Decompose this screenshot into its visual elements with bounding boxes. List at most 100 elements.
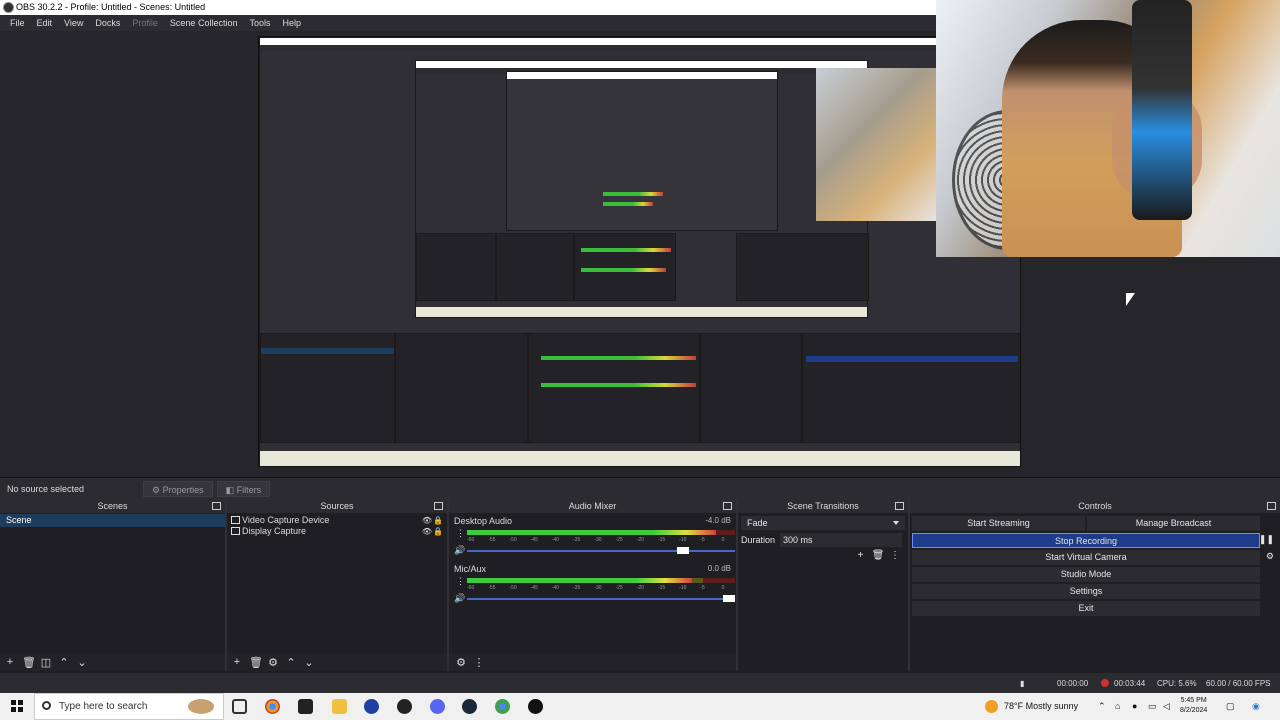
- channel-menu-icon[interactable]: ⋮: [456, 576, 465, 587]
- volume-knob[interactable]: [723, 595, 735, 602]
- mixer-menu-icon[interactable]: ⋮: [473, 656, 485, 669]
- fps-readout: 60.00 / 60.00 FPS: [1206, 679, 1271, 688]
- speaker-icon[interactable]: 🔊: [454, 593, 465, 604]
- move-down-icon[interactable]: ⌄: [303, 656, 315, 669]
- sources-title: Sources: [227, 499, 447, 513]
- file-explorer-icon[interactable]: [332, 699, 347, 714]
- advanced-audio-icon[interactable]: ⚙: [455, 656, 467, 669]
- obs-taskbar-icon[interactable]: [397, 699, 412, 714]
- undock-icon[interactable]: [895, 502, 904, 510]
- add-transition-icon[interactable]: +: [858, 550, 864, 561]
- task-view-icon[interactable]: [232, 699, 247, 714]
- move-up-icon[interactable]: ⌃: [285, 656, 297, 669]
- visibility-eye-icon[interactable]: 👁: [422, 526, 432, 537]
- settings-button[interactable]: Settings: [912, 584, 1260, 599]
- transition-menu-icon[interactable]: ⋮: [890, 550, 900, 561]
- studio-mode-button[interactable]: Studio Mode: [912, 567, 1260, 582]
- move-up-icon[interactable]: ⌃: [58, 656, 70, 669]
- menu-file[interactable]: File: [4, 15, 31, 31]
- channel-menu-icon[interactable]: ⋮: [456, 528, 465, 539]
- channel-db: -4.0 dB: [705, 516, 731, 525]
- menu-docks[interactable]: Docks: [89, 15, 126, 31]
- windows-start-icon[interactable]: [11, 700, 23, 712]
- add-scene-icon[interactable]: +: [4, 656, 16, 668]
- battery-icon[interactable]: ▭: [1148, 701, 1157, 712]
- speaker-tray-icon[interactable]: ◁: [1163, 701, 1170, 712]
- chrome-profile-icon[interactable]: [495, 699, 510, 714]
- mixer-title-label: Audio Mixer: [568, 501, 617, 511]
- exit-button[interactable]: Exit: [912, 601, 1260, 616]
- headset-app-icon[interactable]: [364, 699, 379, 714]
- source-properties-icon[interactable]: ⚙: [267, 656, 279, 669]
- tray-chevron-icon[interactable]: ⌃: [1098, 701, 1106, 712]
- channel-name: Desktop Audio: [454, 516, 513, 526]
- meter-ticks: -60 -55 -50 -45 -40 -35 -30 -25 -20 -15 -10 -5 0: [467, 585, 735, 591]
- pause-icon[interactable]: ❚❚: [1259, 534, 1274, 545]
- remove-transition-icon[interactable]: 🗑: [872, 550, 885, 561]
- mixer-channel-desktop: Desktop Audio -4.0 dB ⋮ -60 -55 -50 -45 -40-…: [449, 513, 736, 561]
- meter-tick-label: -55: [488, 537, 496, 543]
- sources-toolbar: + 🗑 ⚙ ⌃ ⌄: [227, 653, 447, 671]
- taskbar-clock[interactable]: 5:45 PM 8/2/2024: [1180, 696, 1207, 716]
- duration-row: Duration 300 ms: [738, 533, 908, 547]
- lock-icon[interactable]: 🔒: [433, 515, 443, 526]
- move-down-icon[interactable]: ⌄: [76, 656, 88, 669]
- speaker-icon[interactable]: 🔊: [454, 545, 465, 556]
- source-item[interactable]: Video Capture Device 👁 🔒: [227, 515, 447, 526]
- volume-knob[interactable]: [677, 547, 690, 554]
- meter-tick-label: 0: [721, 537, 725, 543]
- scene-filters-icon[interactable]: ◫: [40, 656, 52, 669]
- copilot-icon[interactable]: ◉: [1252, 701, 1260, 712]
- properties-button[interactable]: ⚙ Properties: [143, 480, 213, 497]
- cpu-usage: CPU: 5.6%: [1157, 679, 1197, 688]
- menu-profile[interactable]: Profile: [126, 15, 164, 31]
- duration-input[interactable]: 300 ms: [780, 533, 902, 547]
- tray-network-icon[interactable]: ⌂: [1115, 701, 1120, 711]
- menu-tools[interactable]: Tools: [243, 15, 276, 31]
- lock-icon[interactable]: 🔒: [433, 526, 443, 537]
- meter-tick-label: -40: [551, 537, 560, 543]
- undock-icon[interactable]: [723, 502, 732, 510]
- source-label: Display Capture: [242, 526, 307, 536]
- clock-time: 5:45 PM: [1180, 697, 1207, 704]
- stop-recording-button[interactable]: Stop Recording: [912, 533, 1260, 548]
- weather-text[interactable]: 78°F Mostly sunny: [1004, 693, 1078, 720]
- meter-tick-label: -45: [530, 585, 538, 591]
- app-icon[interactable]: [528, 699, 543, 714]
- remove-scene-icon[interactable]: 🗑: [22, 656, 36, 669]
- add-source-icon[interactable]: +: [231, 656, 243, 668]
- stream-time: 00:00:00: [1057, 679, 1089, 688]
- filters-button[interactable]: ◧ Filters: [216, 480, 271, 497]
- volume-slider[interactable]: [467, 547, 735, 554]
- controls-dock: Controls Start Streaming Manage Broadcas…: [910, 499, 1280, 671]
- remove-source-icon[interactable]: 🗑: [249, 656, 263, 669]
- volume-slider[interactable]: [467, 595, 735, 602]
- menu-edit[interactable]: Edit: [31, 15, 59, 31]
- menu-scene-collection[interactable]: Scene Collection: [164, 15, 244, 31]
- visibility-eye-icon[interactable]: 👁: [422, 515, 432, 526]
- undock-icon[interactable]: [434, 502, 443, 510]
- notification-icon[interactable]: ▢: [1226, 701, 1235, 712]
- steam-icon[interactable]: [462, 699, 477, 714]
- mixer-toolbar: ⚙ ⋮: [449, 653, 736, 671]
- meter-ticks: -60 -55 -50 -45 -40 -35 -30 -25 -20 -15 -10 -5 0: [467, 537, 735, 543]
- gear-icon[interactable]: ⚙: [1266, 551, 1274, 562]
- scene-item[interactable]: Scene: [0, 514, 225, 527]
- chrome-icon[interactable]: [265, 699, 280, 714]
- transition-select[interactable]: Fade: [741, 516, 905, 530]
- undock-icon[interactable]: [212, 502, 221, 510]
- meter-tick-label: -40: [551, 585, 560, 591]
- manage-broadcast-button[interactable]: Manage Broadcast: [1087, 516, 1260, 531]
- properties-label: Properties: [162, 484, 204, 495]
- start-virtual-camera-button[interactable]: Start Virtual Camera: [912, 550, 1260, 565]
- source-item[interactable]: Display Capture 👁 🔒: [227, 526, 447, 537]
- meter-tick-label: -50: [509, 537, 517, 543]
- undock-icon[interactable]: [1267, 502, 1276, 510]
- start-streaming-button[interactable]: Start Streaming: [912, 516, 1085, 531]
- menu-view[interactable]: View: [58, 15, 89, 31]
- meter-tick-label: -15: [657, 537, 666, 543]
- shield-app-icon[interactable]: [298, 699, 313, 714]
- menu-help[interactable]: Help: [276, 15, 307, 31]
- discord-icon[interactable]: [430, 699, 445, 714]
- microphone-icon[interactable]: ●: [1132, 701, 1137, 711]
